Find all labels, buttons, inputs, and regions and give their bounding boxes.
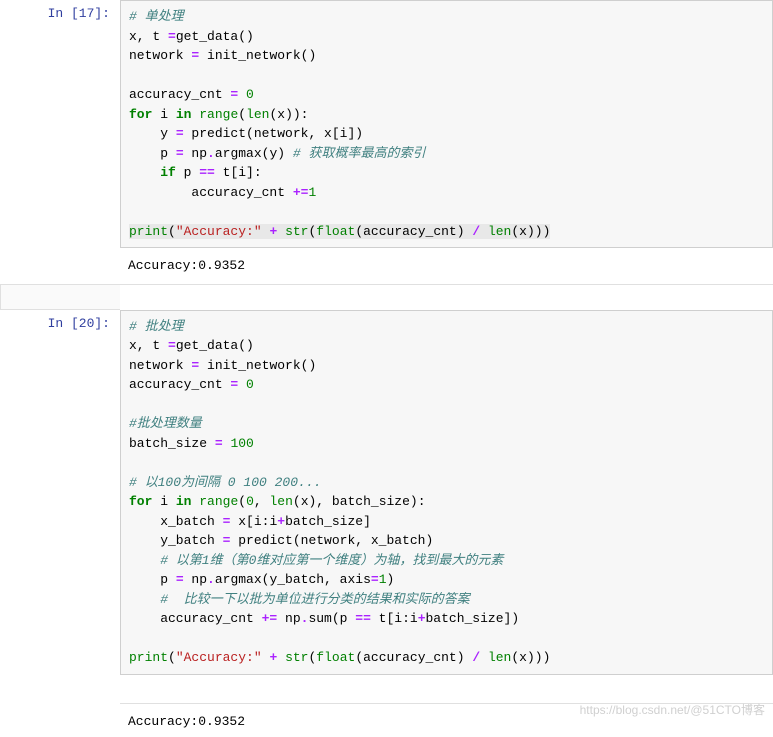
watermark-text: https://blog.csdn.net/@51CTO博客 <box>580 701 765 718</box>
code-cell-2: In [20]: # 批处理 x, t =get_data() network … <box>0 310 773 675</box>
code-line: x, t =get_data() <box>129 336 764 356</box>
cell-gap <box>0 677 773 703</box>
code-cell-1: In [17]: # 单处理 x, t =get_data() network … <box>0 0 773 248</box>
code-line: # 批处理 <box>129 317 764 337</box>
input-prompt: In [20]: <box>0 310 120 675</box>
code-line: # 比较一下以批为单位进行分类的结果和实际的答案 <box>129 590 764 610</box>
output-text: Accuracy:0.9352 <box>128 256 765 276</box>
code-line: #批处理数量 <box>129 414 764 434</box>
code-line: x_batch = x[i:i+batch_size] <box>129 512 764 532</box>
code-line: y = predict(network, x[i]) <box>129 124 764 144</box>
gap-content <box>120 284 773 310</box>
code-line: network = init_network() <box>129 46 764 66</box>
code-line: if p == t[i]: <box>129 163 764 183</box>
cell-gap <box>0 284 773 310</box>
code-line: y_batch = predict(network, x_batch) <box>129 531 764 551</box>
code-line: # 以第1维（第0维对应第一个维度）为轴，找到最大的元素 <box>129 551 764 571</box>
code-line: print("Accuracy:" + str(float(accuracy_c… <box>129 222 764 242</box>
gap-content <box>120 677 773 703</box>
code-line: accuracy_cnt = 0 <box>129 85 764 105</box>
gap-prompt <box>0 284 120 310</box>
output-prompt <box>0 250 120 282</box>
code-line: p = np.argmax(y_batch, axis=1) <box>129 570 764 590</box>
code-line: # 单处理 <box>129 7 764 27</box>
output-cell-1: Accuracy:0.9352 <box>0 250 773 282</box>
code-line: network = init_network() <box>129 356 764 376</box>
code-line: print("Accuracy:" + str(float(accuracy_c… <box>129 648 764 668</box>
code-line: x, t =get_data() <box>129 27 764 47</box>
code-input-area[interactable]: # 单处理 x, t =get_data() network = init_ne… <box>120 0 773 248</box>
code-line: batch_size = 100 <box>129 434 764 454</box>
input-prompt: In [17]: <box>0 0 120 248</box>
code-line <box>129 629 764 649</box>
code-line: accuracy_cnt +=1 <box>129 183 764 203</box>
code-line: accuracy_cnt = 0 <box>129 375 764 395</box>
code-line: # 以100为间隔 0 100 200... <box>129 473 764 493</box>
code-line: accuracy_cnt += np.sum(p == t[i:i+batch_… <box>129 609 764 629</box>
code-line <box>129 395 764 415</box>
code-line: for i in range(len(x)): <box>129 105 764 125</box>
gap-prompt <box>0 677 120 703</box>
code-line <box>129 453 764 473</box>
code-line <box>129 66 764 86</box>
code-line: p = np.argmax(y) # 获取概率最高的索引 <box>129 144 764 164</box>
output-prompt <box>0 703 120 737</box>
output-area: Accuracy:0.9352 <box>120 250 773 282</box>
code-line <box>129 202 764 222</box>
code-line: for i in range(0, len(x), batch_size): <box>129 492 764 512</box>
code-input-area[interactable]: # 批处理 x, t =get_data() network = init_ne… <box>120 310 773 675</box>
